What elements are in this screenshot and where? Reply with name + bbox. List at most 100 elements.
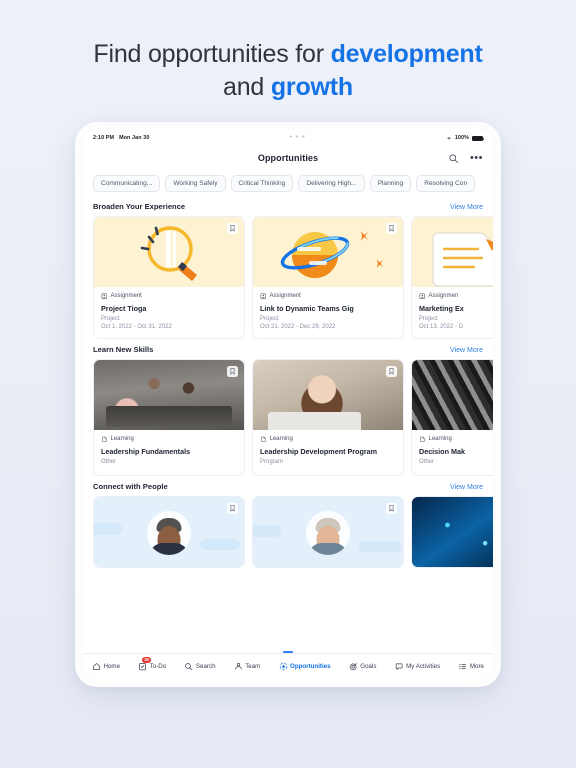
opportunity-card[interactable]: Assignment Link to Dynamic Teams Gig Pro… [252,216,404,339]
headline-line2-plain: and [223,73,271,101]
card-body: Learning Decision Mak Other [412,430,493,475]
nav-item-home[interactable]: Home [92,662,120,671]
card-meta: Other [419,458,435,465]
avatar [253,497,403,567]
meeting-photo [94,360,244,430]
drag-handle[interactable] [283,651,293,653]
learning-icon [420,436,425,442]
card-title: Decision Mak [419,446,465,456]
card-title: Leadership Development Program [260,446,378,456]
filter-chip[interactable]: Delivering High... [298,174,365,192]
bottom-navigation-bar[interactable]: Home 26 To-Do Search Team Opportunities … [83,651,493,679]
section-header: Connect with People View More [93,476,483,496]
nav-label: More [469,663,484,670]
team-icon [234,663,242,670]
learning-card[interactable]: Learning Leadership Fundamentals Other [93,359,245,476]
card-type-label: Learning [110,436,134,443]
opportunity-card[interactable]: Assignmen Marketing Ex Project Oct 13, 2… [411,216,493,339]
card-thumbnail [412,497,493,567]
bookmark-icon[interactable] [386,503,397,514]
cloud-decoration [253,525,281,537]
tablet-screen: 2:10 PM Mon Jan 30 • • • 100% Opportunit… [83,130,493,679]
view-more-link[interactable]: View More [450,484,483,491]
card-thumbnail [94,360,244,430]
section-title: Connect with People [93,482,168,491]
nav-item-more[interactable]: More [458,662,484,671]
bookmark-icon[interactable] [386,366,397,377]
laptop-photo [253,360,403,430]
bookmark-icon[interactable] [227,223,238,234]
learning-card[interactable]: Learning Leadership Development Program … [252,359,404,476]
search-icon[interactable] [448,153,459,164]
section-title: Learn New Skills [93,345,154,354]
card-date-range: Oct 1, 2022 - Oct 31, 2022 [101,324,172,330]
filter-chip[interactable]: Working Safely [165,174,226,192]
avatar-photo [306,511,350,556]
bookmark-icon[interactable] [227,503,238,514]
card-body: Learning Leadership Fundamentals Other [94,430,244,475]
filter-chip-bar[interactable]: Communicating... Working Safely Critical… [83,170,493,196]
card-thumbnail [94,497,244,567]
nav-item-search[interactable]: Search [184,662,216,671]
nav-label: To-Do [149,663,167,670]
nav-label: Search [195,663,216,670]
avatar [94,497,244,567]
status-time: 2:10 PM [93,135,115,141]
filter-chip[interactable]: Planning [369,174,412,192]
page-title: Opportunities [257,153,319,163]
cloud-decoration [359,541,401,552]
section-title: Broaden Your Experience [93,202,186,211]
card-body: Learning Leadership Development Program … [253,430,403,475]
nav-item-my-activities[interactable]: My Activities [395,662,441,671]
goals-icon [349,663,357,671]
filter-chip[interactable]: Resolving Con [416,174,476,192]
battery-full-icon [472,135,484,141]
view-more-link[interactable]: View More [450,204,483,211]
card-thumbnail [253,497,403,567]
card-thumbnail [412,360,493,430]
nav-item-opportunities[interactable]: Opportunities [279,662,331,671]
filter-chip[interactable]: Critical Thinking [230,174,294,192]
app-header: Opportunities ••• [83,146,493,170]
section-header: Learn New Skills View More [93,339,483,359]
card-thumbnail [253,360,403,430]
nav-item-to-do[interactable]: 26 To-Do [138,657,167,671]
card-body: Assignment Project Tioga Project Oct 1, … [94,287,244,338]
bookmark-icon[interactable] [386,223,397,234]
opportunity-card[interactable]: Assignment Project Tioga Project Oct 1, … [93,216,245,339]
more-horizontal-icon[interactable]: ••• [470,152,483,163]
bookmark-icon[interactable] [227,366,238,377]
nav-label: My Activities [406,663,441,670]
opportunities-icon [279,662,287,671]
card-type: Assignmen [419,293,493,300]
nav-item-goals[interactable]: Goals [349,662,376,671]
card-meta: Project [260,315,279,322]
assignment-icon [260,293,266,299]
view-more-link[interactable]: View More [450,347,483,354]
headline-line1-plain: Find opportunities for [93,40,331,68]
card-meta: Program [260,458,284,465]
wifi-icon [446,137,451,140]
content-scroll-area[interactable]: Broaden Your Experience View More Assign… [83,196,493,653]
card-type: Learning [260,436,396,443]
person-card[interactable] [93,496,245,568]
card-row: Assignment Project Tioga Project Oct 1, … [93,216,493,339]
card-row: Learning Leadership Fundamentals Other L… [93,359,493,476]
card-type-label: Learning [269,436,293,443]
card-title: Leadership Fundamentals [101,446,191,456]
person-card[interactable] [252,496,404,568]
network-graphic [412,497,493,567]
card-thumbnail [94,217,244,287]
activities-icon [395,663,403,670]
filter-chip[interactable]: Communicating... [93,174,161,192]
card-title: Project Tioga [101,303,147,313]
grayscale-photo [412,360,493,430]
card-title: Marketing Ex [419,303,464,313]
learning-card[interactable]: Learning Decision Mak Other [411,359,493,476]
person-card[interactable] [411,496,493,568]
magnifier-illustration-icon [140,226,197,281]
nav-item-team[interactable]: Team [234,662,260,671]
card-type: Learning [419,436,493,443]
headline-accent-growth: growth [270,73,353,101]
card-title: Link to Dynamic Teams Gig [260,303,354,313]
